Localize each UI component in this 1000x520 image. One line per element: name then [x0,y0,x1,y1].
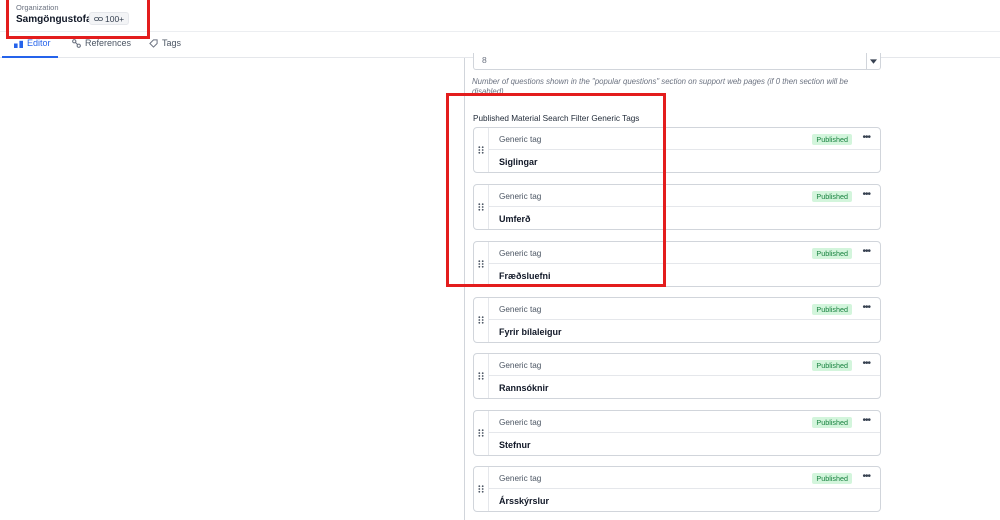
more-options-icon[interactable]: ••• [862,471,870,482]
drag-handle-icon [478,203,484,211]
header: Organization Samgöngustofa 100+ [0,0,1000,31]
drag-handle-icon [478,372,484,380]
more-options-icon[interactable]: ••• [862,132,870,143]
tag-card[interactable]: Generic tag Fræðsluefni Published ••• [473,241,881,287]
more-options-icon[interactable]: ••• [862,415,870,426]
popular-questions-count-select[interactable]: 8 [473,53,881,70]
tag-type: Generic tag [499,418,542,427]
status-badge: Published [812,360,852,371]
active-tab-indicator [2,56,58,58]
organization-label: Organization [16,3,59,12]
status-badge: Published [812,473,852,484]
drag-handle[interactable] [474,411,489,455]
tag-name: Rannsóknir [499,383,549,393]
drag-handle-icon [478,146,484,154]
drag-handle-icon [478,429,484,437]
card-separator [489,375,880,376]
tag-type: Generic tag [499,474,542,483]
card-separator [489,488,880,489]
more-options-icon[interactable]: ••• [862,302,870,313]
drag-handle[interactable] [474,298,489,342]
tag-name: Stefnur [499,440,531,450]
editor-icon [14,40,23,48]
field-help-text: Number of questions shown in the "popula… [472,77,849,94]
drag-handle[interactable] [474,128,489,172]
panel-divider [464,58,465,520]
tab-tags-label: Tags [162,38,182,48]
references-count-badge[interactable]: 100+ [89,12,130,25]
tag-card[interactable]: Generic tag Ársskýrslur Published ••• [473,466,881,512]
tag-icon [149,38,158,48]
drag-handle[interactable] [474,467,489,511]
references-count: 100+ [105,13,125,24]
card-separator [489,432,880,433]
tab-editor-label: Editor [27,38,51,48]
more-options-icon[interactable]: ••• [862,246,870,257]
tag-card[interactable]: Generic tag Stefnur Published ••• [473,410,881,456]
card-separator [489,149,880,150]
drag-handle-icon [478,485,484,493]
references-icon [72,38,81,48]
card-separator [489,263,880,264]
drag-handle[interactable] [474,242,489,286]
tag-name: Fyrir bílaleigur [499,327,562,337]
section-title: Published Material Search Filter Generic… [473,114,640,123]
tab-editor[interactable]: Editor [14,38,51,48]
drag-handle-icon [478,260,484,268]
tag-card[interactable]: Generic tag Rannsóknir Published ••• [473,353,881,399]
drag-handle-icon [478,316,484,324]
tag-type: Generic tag [499,192,542,201]
status-badge: Published [812,191,852,202]
tag-type: Generic tag [499,361,542,370]
tag-card[interactable]: Generic tag Siglingar Published ••• [473,127,881,173]
status-badge: Published [812,248,852,259]
tag-type: Generic tag [499,249,542,258]
link-icon [94,16,103,21]
drag-handle[interactable] [474,185,489,229]
select-dropdown-button[interactable] [866,53,880,69]
chevron-down-icon [870,58,877,64]
card-separator [489,206,880,207]
tag-name: Siglingar [499,157,538,167]
status-badge: Published [812,304,852,315]
status-badge: Published [812,134,852,145]
tab-references-label: References [85,38,132,48]
tag-card[interactable]: Generic tag Fyrir bílaleigur Published ••• [473,297,881,343]
popular-questions-count-value: 8 [482,55,487,65]
tag-name: Fræðsluefni [499,271,551,281]
drag-handle[interactable] [474,354,489,398]
tab-references[interactable]: References [72,38,131,48]
tag-name: Umferð [499,214,531,224]
tag-type: Generic tag [499,135,542,144]
tag-card[interactable]: Generic tag Umferð Published ••• [473,184,881,230]
tag-name: Ársskýrslur [499,496,550,506]
tag-type: Generic tag [499,305,542,314]
tab-tags[interactable]: Tags [149,38,181,48]
status-badge: Published [812,417,852,428]
more-options-icon[interactable]: ••• [862,358,870,369]
organization-name[interactable]: Samgöngustofa [16,14,92,25]
more-options-icon[interactable]: ••• [862,189,870,200]
card-separator [489,319,880,320]
